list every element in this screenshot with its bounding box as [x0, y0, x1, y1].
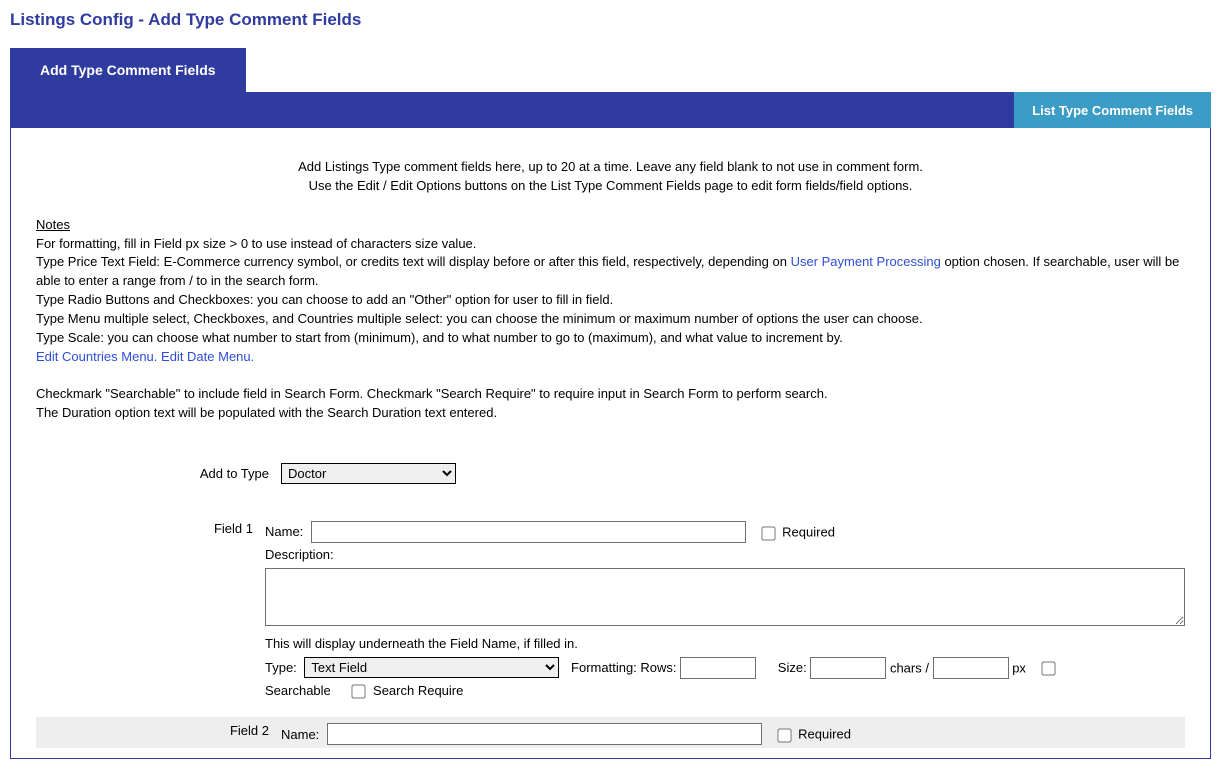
add-to-type-select[interactable]: Doctor — [281, 463, 456, 484]
tab-add-type-comment-fields[interactable]: Add Type Comment Fields — [10, 48, 246, 92]
add-to-type-label: Add to Type — [36, 463, 281, 484]
field2-name-input[interactable] — [327, 723, 762, 745]
field-2-block: Field 2 Name: Required — [36, 717, 1185, 748]
description-label: Description: — [265, 547, 334, 562]
field1-required-checkbox[interactable] — [761, 526, 775, 540]
note-line: Edit Countries Menu. Edit Date Menu. — [36, 348, 1185, 367]
note-line: Checkmark "Searchable" to include field … — [36, 385, 1185, 404]
intro-line: Add Listings Type comment fields here, u… — [36, 158, 1185, 177]
notes-block: Notes For formatting, fill in Field px s… — [36, 216, 1185, 423]
field1-px-checkbox[interactable] — [1041, 661, 1055, 675]
note-line: Type Price Text Field: E-Commerce curren… — [36, 253, 1185, 291]
note-line: Type Radio Buttons and Checkboxes: you c… — [36, 291, 1185, 310]
field1-size-px-input[interactable] — [933, 657, 1009, 679]
edit-date-link[interactable]: Edit Date Menu. — [161, 349, 254, 364]
field1-type-select[interactable]: Text Field — [304, 657, 559, 678]
notes-heading: Notes — [36, 217, 70, 232]
name-label: Name: — [281, 727, 319, 742]
field2-required-checkbox[interactable] — [777, 728, 791, 742]
note-line: Type Scale: you can choose what number t… — [36, 329, 1185, 348]
tabs-row: Add Type Comment Fields — [10, 48, 1221, 92]
formatting-label: Formatting: Rows: — [571, 660, 676, 675]
searchable-label: Searchable — [265, 683, 331, 698]
required-label: Required — [798, 727, 851, 742]
field-2-label: Field 2 — [36, 720, 281, 741]
field1-size-chars-input[interactable] — [810, 657, 886, 679]
page-title: Listings Config - Add Type Comment Field… — [0, 0, 1221, 48]
form-area: Add to Type Doctor Field 1 Name: Require… — [36, 463, 1185, 748]
size-label: Size: — [778, 660, 807, 675]
type-label: Type: — [265, 660, 297, 675]
intro-text: Add Listings Type comment fields here, u… — [36, 158, 1185, 196]
field1-searchable-checkbox[interactable] — [352, 684, 366, 698]
intro-line: Use the Edit / Edit Options buttons on t… — [36, 177, 1185, 196]
edit-countries-link[interactable]: Edit Countries Menu. — [36, 349, 157, 364]
toolbar: List Type Comment Fields — [10, 92, 1211, 128]
search-require-label: Search Require — [373, 683, 463, 698]
content-panel: Add Listings Type comment fields here, u… — [10, 128, 1211, 759]
note-line: The Duration option text will be populat… — [36, 404, 1185, 423]
field-1-label: Field 1 — [36, 518, 265, 539]
field1-rows-input[interactable] — [680, 657, 756, 679]
user-payment-processing-link[interactable]: User Payment Processing — [791, 254, 941, 269]
note-line: For formatting, fill in Field px size > … — [36, 235, 1185, 254]
list-type-comment-fields-button[interactable]: List Type Comment Fields — [1014, 92, 1211, 128]
field-1-block: Field 1 Name: Required Description: This… — [36, 518, 1185, 711]
field1-name-input[interactable] — [311, 521, 746, 543]
px-label: px — [1012, 660, 1026, 675]
note-line: Type Menu multiple select, Checkboxes, a… — [36, 310, 1185, 329]
chars-label: chars / — [890, 660, 929, 675]
name-label: Name: — [265, 524, 303, 539]
description-hint: This will display underneath the Field N… — [265, 635, 1185, 654]
required-label: Required — [782, 524, 835, 539]
field1-description-textarea[interactable] — [265, 568, 1185, 626]
add-to-type-row: Add to Type Doctor — [36, 463, 1185, 484]
